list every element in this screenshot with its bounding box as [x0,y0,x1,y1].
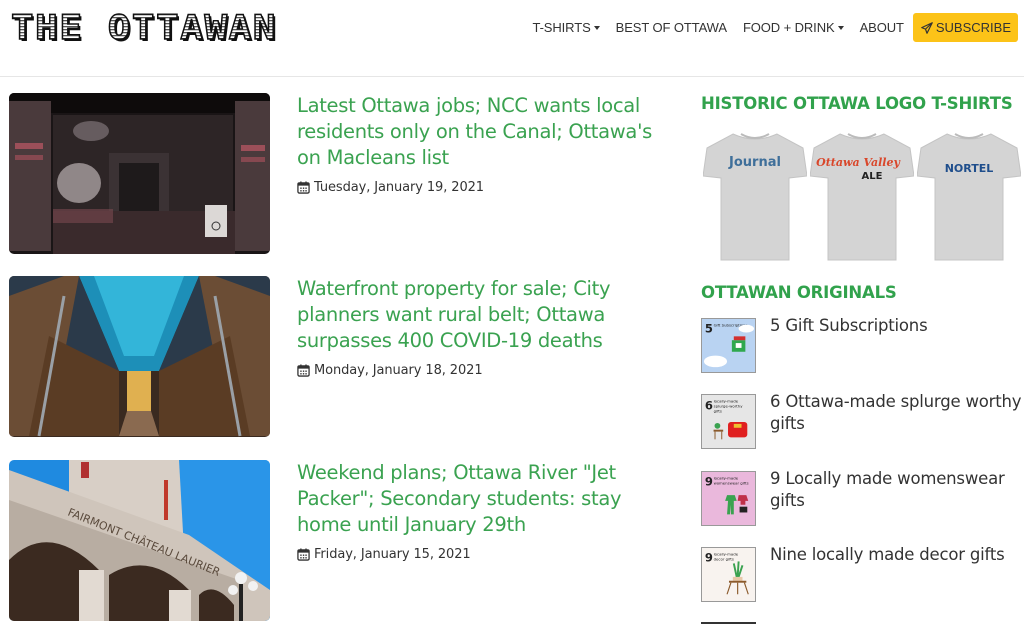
article-title-link[interactable]: Weekend plans; Ottawa River "Jet Packer"… [297,460,672,538]
calendar-icon [297,548,310,561]
tshirt-gallery: Journal Ottawa Valley ALE NORTEL [703,128,1021,266]
gift-subscriptions-image: 5 Gift Subscriptions [703,321,755,368]
tshirt-image: Journal [703,133,807,261]
original-label: 5 Gift Subscriptions [770,316,928,335]
svg-text:6: 6 [705,398,713,412]
article-date: Friday, January 15, 2021 [297,547,471,562]
site-logo[interactable]: THE OTTAWAN THE OTTAWAN [10,11,282,45]
article-item: FAIRMONT CHÂTEAU LAURIER Weekend plans; … [9,460,669,622]
article-date-text: Monday, January 18, 2021 [314,363,483,378]
tshirt-image: Ottawa Valley ALE [810,133,914,261]
article-date: Monday, January 18, 2021 [297,363,483,378]
cathedral-interior-image [9,276,270,437]
original-label: 9 Locally made womenswear gifts [770,469,1005,510]
article-date-text: Tuesday, January 19, 2021 [314,180,484,195]
chateau-laurier-image: FAIRMONT CHÂTEAU LAURIER [9,460,270,621]
svg-text:Ottawa Valley: Ottawa Valley [816,156,901,169]
tshirt-image: NORTEL [917,133,1021,261]
tshirt-nortel[interactable]: NORTEL [917,128,1021,266]
subscribe-button[interactable]: SUBSCRIBE [912,13,1018,42]
tshirt-ottawa-valley-ale[interactable]: Ottawa Valley ALE [810,128,914,266]
nav-food-drink[interactable]: FOOD + DRINK [743,20,844,35]
tshirts-heading: HISTORIC OTTAWA LOGO T-SHIRTS [701,94,1013,113]
nav-food-drink-label: FOOD + DRINK [742,20,835,35]
restaurant-interior-image [9,93,270,254]
womenswear-gifts-image: 9 locally-made womenswear gifts [705,474,749,515]
nav-best-of-ottawa-label: BEST OF OTTAWA [615,20,727,35]
calendar-icon [297,364,310,377]
nav-best-of-ottawa[interactable]: BEST OF OTTAWA [616,20,727,35]
svg-text:gifts: gifts [714,408,722,413]
logo-wordmark: THE OTTAWAN THE OTTAWAN [10,11,277,45]
article-thumbnail[interactable] [9,93,270,254]
article-title-link[interactable]: Waterfront property for sale; City plann… [297,276,672,354]
svg-text:ALE: ALE [862,171,883,182]
article-thumbnail[interactable] [9,276,270,437]
original-thumbnail: 9 locally-made decor gifts [701,547,756,602]
caret-down-icon [837,25,844,30]
article-date-text: Friday, January 15, 2021 [314,547,471,562]
svg-text:THE OTTAWAN: THE OTTAWAN [11,11,277,45]
caret-down-icon [593,25,600,30]
svg-text:NORTEL: NORTEL [945,162,994,175]
svg-text:9: 9 [705,474,713,488]
site-header: THE OTTAWAN THE OTTAWAN T-SHIRTS BEST OF… [0,0,1024,77]
svg-text:womenswear gifts: womenswear gifts [714,481,749,486]
originals-heading: OTTAWAN ORIGINALS [701,283,897,302]
original-thumbnail: 9 locally-made womenswear gifts [701,471,756,526]
paper-plane-icon [921,21,933,34]
decor-gifts-image: 9 locally-made decor gifts [705,550,749,595]
svg-text:Journal: Journal [728,155,781,170]
svg-text:9: 9 [705,550,713,564]
svg-text:5: 5 [705,321,713,335]
nav-about-label: ABOUT [859,20,904,35]
splurge-gifts-image: 6 locally-made splurge-worthy gifts [705,398,748,440]
original-thumbnail: 6 locally-made splurge-worthy gifts [701,394,756,449]
article-item: Waterfront property for sale; City plann… [9,276,669,438]
nav-tshirts[interactable]: T-SHIRTS [532,20,600,35]
subscribe-label: SUBSCRIBE [935,20,1011,35]
svg-text:decor gifts: decor gifts [714,557,734,562]
original-label: Nine locally made decor gifts [770,545,1005,564]
original-thumbnail: 5 Gift Subscriptions [701,318,756,373]
nav-tshirts-label: T-SHIRTS [532,20,591,35]
main-nav: T-SHIRTS BEST OF OTTAWA FOOD + DRINK ABO… [516,13,1018,42]
article-title-link[interactable]: Latest Ottawa jobs; NCC wants local resi… [297,93,672,171]
original-label: 6 Ottawa-made splurge worthy gifts [770,392,1022,433]
calendar-icon [297,181,310,194]
article-item: Latest Ottawa jobs; NCC wants local resi… [9,93,669,255]
tshirt-journal[interactable]: Journal [703,128,807,266]
article-date: Tuesday, January 19, 2021 [297,180,484,195]
nav-about[interactable]: ABOUT [860,20,904,35]
article-thumbnail[interactable]: FAIRMONT CHÂTEAU LAURIER [9,460,270,621]
